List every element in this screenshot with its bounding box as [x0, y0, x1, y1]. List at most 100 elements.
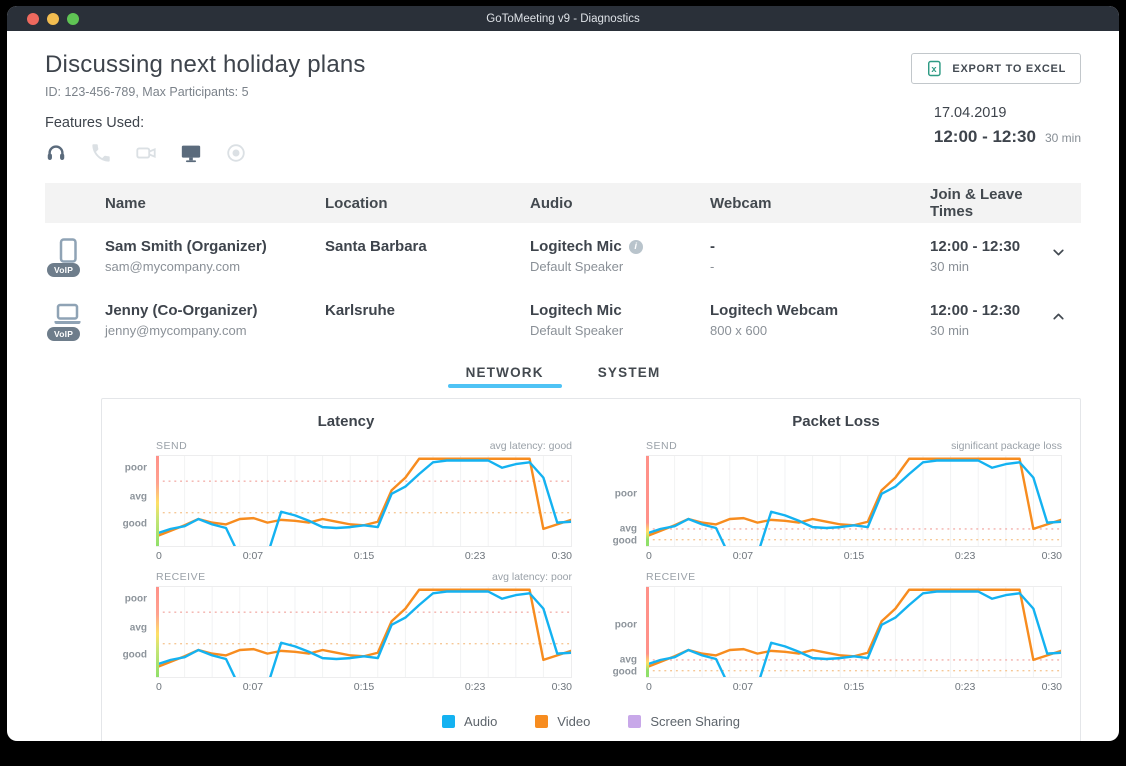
x-axis-tick: 0:07 [733, 550, 753, 562]
participant-location: Karlsruhe [325, 302, 530, 319]
join-leave-time: 12:00 - 12:30 [930, 238, 1050, 255]
plot-annotation: significant package loss [951, 440, 1062, 452]
webcam-resolution: 800 x 600 [710, 323, 930, 338]
diagnostics-tabs: NETWORK SYSTEM [45, 365, 1081, 388]
x-axis-tick: 0:30 [552, 550, 572, 562]
app-window: GoToMeeting v9 - Diagnostics Discussing … [7, 6, 1119, 741]
info-icon[interactable]: i [629, 240, 643, 254]
y-axis-label: poor [615, 619, 637, 630]
export-button-label: EXPORT TO EXCEL [952, 63, 1066, 75]
x-axis-tick: 0:30 [552, 681, 572, 693]
plot-direction-label: RECEIVE [646, 571, 696, 583]
plot-annotation: avg latency: poor [492, 571, 572, 583]
screen-share-icon [180, 142, 202, 164]
audio-output-device: Default Speaker [530, 259, 710, 274]
x-axis-tick: 0:07 [243, 681, 263, 693]
y-axis-label: good [613, 666, 637, 677]
export-to-excel-button[interactable]: x EXPORT TO EXCEL [911, 53, 1081, 84]
packet-loss-receive-chart: RECEIVE pooravggood 00:070:150:230:30 [610, 571, 1062, 694]
participants-table: Name Location Audio Webcam Join & Leave … [45, 183, 1081, 741]
x-axis-tick: 0:23 [955, 681, 975, 693]
expand-row-button[interactable] [1050, 244, 1081, 266]
quality-gradient-bar [646, 587, 649, 677]
chart-plot: pooravggood [646, 586, 1062, 678]
main-content: Discussing next holiday plans ID: 123-45… [7, 31, 1119, 741]
quality-gradient-bar [646, 456, 649, 546]
x-axis-tick: 0:23 [955, 550, 975, 562]
x-axis-tick: 0:15 [354, 681, 374, 693]
plot-direction-label: SEND [156, 440, 187, 452]
audio-swatch [442, 715, 455, 728]
svg-text:x: x [932, 64, 938, 74]
table-row[interactable]: VoIP Jenny (Co-Organizer) jenny@mycompan… [45, 287, 1081, 351]
legend-item-screen-sharing: Screen Sharing [628, 714, 740, 729]
latency-chart-group: Latency SEND avg latency: good pooravggo… [120, 413, 572, 702]
features-used: Features Used: [45, 115, 1081, 165]
packet-loss-send-chart: SEND significant package loss pooravggoo… [610, 440, 1062, 563]
maximize-window-icon[interactable] [67, 13, 79, 25]
column-header-times: Join & Leave Times [930, 186, 1050, 220]
row-duration: 30 min [930, 259, 1050, 274]
table-header: Name Location Audio Webcam Join & Leave … [45, 183, 1081, 223]
device-laptop-icon: VoIP [51, 300, 85, 337]
latency-send-chart: SEND avg latency: good pooravggood 0 0:07… [120, 440, 572, 563]
plot-annotation: avg latency: good [490, 440, 572, 452]
chart-legend: Audio Video Screen Sharing [120, 714, 1062, 729]
x-axis-tick: 0 [646, 681, 652, 693]
close-window-icon[interactable] [27, 13, 39, 25]
chart-plot: pooravggood [156, 455, 572, 547]
voip-badge: VoIP [47, 327, 80, 342]
x-axis-tick: 0:30 [1042, 550, 1062, 562]
x-axis-tick: 0:15 [844, 550, 864, 562]
x-axis-tick: 0:23 [465, 550, 485, 562]
minimize-window-icon[interactable] [47, 13, 59, 25]
excel-file-icon: x [926, 60, 943, 77]
chart-title: Latency [120, 413, 572, 430]
x-axis-tick: 0:23 [465, 681, 485, 693]
y-axis-label: poor [125, 462, 147, 473]
meeting-meta: ID: 123-456-789, Max Participants: 5 [45, 85, 1081, 99]
participant-email: jenny@mycompany.com [105, 323, 325, 338]
plot-direction-label: SEND [646, 440, 677, 452]
column-header-audio: Audio [530, 195, 710, 212]
chevron-down-icon [1050, 244, 1067, 261]
x-axis-tick: 0:30 [1042, 681, 1062, 693]
y-axis-label: avg [130, 622, 147, 633]
chart-plot: pooravggood [646, 455, 1062, 547]
x-axis-labels: 00:070:150:230:30 [646, 678, 1062, 694]
participant-name: Jenny (Co-Organizer) [105, 302, 325, 319]
title-bar[interactable]: GoToMeeting v9 - Diagnostics [7, 6, 1119, 31]
session-time: 12:00 - 12:30 [934, 127, 1036, 147]
y-axis-labels: pooravggood [121, 456, 152, 546]
latency-receive-chart: RECEIVE avg latency: poor pooravggood 00… [120, 571, 572, 694]
packet-loss-chart-group: Packet Loss SEND significant package los… [610, 413, 1062, 702]
device-phone-icon: VoIP [51, 236, 85, 273]
y-axis-label: avg [620, 523, 637, 534]
y-axis-label: avg [130, 491, 147, 502]
x-axis-tick: 0 [156, 550, 162, 562]
audio-output-device: Default Speaker [530, 323, 710, 338]
headset-icon [45, 142, 67, 164]
tab-network[interactable]: NETWORK [462, 365, 548, 388]
audio-device: Logitech Mic [530, 238, 622, 255]
x-axis-labels: 00:070:150:230:30 [156, 547, 572, 563]
x-axis-labels: 00:070:150:230:30 [156, 678, 572, 694]
video-swatch [535, 715, 548, 728]
chevron-up-icon [1050, 308, 1067, 325]
quality-gradient-bar [156, 456, 159, 546]
webcam-device: Logitech Webcam [710, 302, 930, 319]
participant-email: sam@mycompany.com [105, 259, 325, 274]
record-icon [225, 142, 247, 164]
x-axis-tick: 0:07 [243, 550, 263, 562]
plot-direction-label: RECEIVE [156, 571, 206, 583]
y-axis-label: avg [620, 654, 637, 665]
network-diagnostics-panel: Latency SEND avg latency: good pooravggo… [101, 398, 1081, 741]
quality-gradient-bar [156, 587, 159, 677]
column-header-location: Location [325, 195, 530, 212]
webcam-resolution: - [710, 259, 930, 274]
table-row[interactable]: VoIP Sam Smith (Organizer) sam@mycompany… [45, 223, 1081, 287]
tab-system[interactable]: SYSTEM [594, 365, 665, 388]
collapse-row-button[interactable] [1050, 308, 1081, 330]
screen-sharing-swatch [628, 715, 641, 728]
features-label: Features Used: [45, 115, 1081, 131]
